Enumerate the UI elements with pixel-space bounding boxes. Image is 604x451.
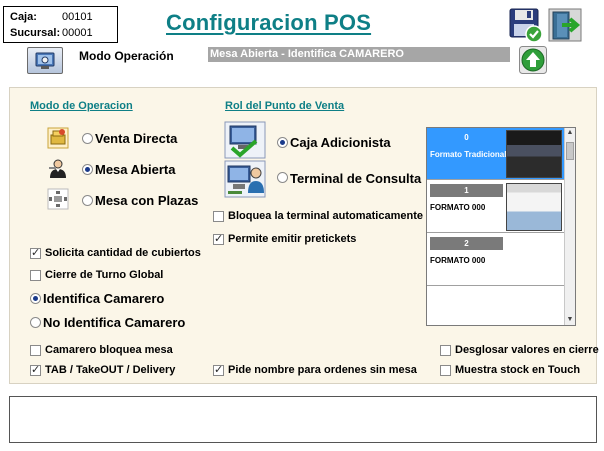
pretickets-label: Permite emitir pretickets bbox=[228, 233, 357, 245]
exit-button[interactable] bbox=[548, 8, 584, 44]
up-arrow-icon bbox=[519, 46, 547, 74]
format-name: FORMATO 000 bbox=[430, 256, 486, 265]
radio-caja-adicionista[interactable] bbox=[277, 137, 288, 148]
camarero-bloquea-label: Camarero bloquea mesa bbox=[45, 344, 173, 356]
format-name: Formato Tradicional bbox=[430, 150, 507, 159]
format-list[interactable]: 0 Formato Tradicional 1 FORMATO 000 2 FO… bbox=[426, 127, 576, 326]
identifica-camarero-label: Identifica Camarero bbox=[43, 291, 165, 306]
desglosar-label: Desglosar valores en cierre bbox=[455, 344, 599, 356]
caja-value: 00101 bbox=[62, 11, 93, 23]
table-seats-icon bbox=[47, 188, 69, 210]
message-box bbox=[9, 396, 597, 443]
mode-value-field: Mesa Abierta - Identifica CAMARERO bbox=[208, 47, 510, 62]
role-label: Caja Adicionista bbox=[290, 135, 391, 150]
option-label: Mesa Abierta bbox=[95, 162, 176, 177]
checkbox-tab-takeout[interactable] bbox=[30, 363, 41, 376]
format-number: 0 bbox=[430, 131, 503, 144]
cashier-icon bbox=[47, 127, 69, 149]
option-label: Mesa con Plazas bbox=[95, 193, 199, 208]
option-label: Venta Directa bbox=[95, 131, 178, 146]
format-list-scrollbar[interactable]: ▲ ▼ bbox=[564, 128, 575, 325]
checkbox-camarero-bloquea[interactable] bbox=[30, 345, 41, 356]
checkbox-cubiertos[interactable] bbox=[30, 246, 41, 259]
floppy-check-icon bbox=[509, 8, 543, 43]
mode-label: Modo Operación bbox=[79, 49, 174, 63]
terminal-info-box: Caja: 00101 Sucursal: 00001 bbox=[3, 6, 118, 43]
format-item[interactable]: 1 FORMATO 000 bbox=[427, 181, 565, 233]
radio-venta-directa[interactable] bbox=[82, 133, 93, 144]
no-identifica-camarero-label: No Identifica Camarero bbox=[43, 315, 186, 330]
radio-identifica-camarero[interactable] bbox=[30, 293, 41, 304]
format-number: 2 bbox=[430, 237, 503, 250]
page-title: Configuracion POS bbox=[166, 10, 372, 35]
computer-check-icon bbox=[224, 121, 266, 159]
scroll-down-icon[interactable]: ▼ bbox=[566, 316, 574, 324]
pide-nombre-label: Pide nombre para ordenes sin mesa bbox=[228, 364, 417, 376]
role-label: Terminal de Consulta bbox=[290, 171, 422, 186]
checkbox-pide-nombre[interactable] bbox=[213, 363, 224, 376]
radio-mesa-con-plazas[interactable] bbox=[82, 195, 93, 206]
sucursal-value: 00001 bbox=[62, 27, 93, 39]
format-item[interactable]: 0 Formato Tradicional bbox=[427, 128, 565, 180]
radio-no-identifica-camarero[interactable] bbox=[30, 317, 41, 328]
format-item[interactable]: 2 FORMATO 000 bbox=[427, 234, 565, 286]
computer-settings-icon bbox=[35, 52, 55, 69]
modo-operacion-title: Modo de Operacion bbox=[30, 100, 133, 112]
checkbox-cierre-turno[interactable] bbox=[30, 270, 41, 281]
save-button[interactable] bbox=[508, 7, 544, 43]
format-name: FORMATO 000 bbox=[430, 203, 486, 212]
checkbox-bloquea-terminal[interactable] bbox=[213, 211, 224, 222]
go-up-button[interactable] bbox=[519, 46, 547, 74]
checkbox-pretickets[interactable] bbox=[213, 232, 224, 245]
checkbox-desglosar[interactable] bbox=[440, 345, 451, 356]
muestra-stock-label: Muestra stock en Touch bbox=[455, 364, 581, 376]
radio-terminal-consulta[interactable] bbox=[277, 172, 288, 183]
computer-user-icon bbox=[224, 160, 266, 198]
tab-takeout-label: TAB / TakeOUT / Delivery bbox=[45, 364, 176, 376]
cubiertos-label: Solicita cantidad de cubiertos bbox=[45, 247, 201, 259]
bloquea-terminal-label: Bloquea la terminal automaticamente bbox=[228, 210, 423, 222]
exit-door-icon bbox=[548, 8, 582, 42]
mode-selector-button[interactable] bbox=[27, 47, 63, 74]
format-number: 1 bbox=[430, 184, 503, 197]
radio-mesa-abierta[interactable] bbox=[82, 164, 93, 175]
scroll-thumb[interactable] bbox=[566, 142, 574, 160]
scroll-up-icon[interactable]: ▲ bbox=[566, 129, 574, 137]
rol-punto-venta-title: Rol del Punto de Venta bbox=[225, 100, 345, 112]
format-thumbnail bbox=[506, 130, 562, 178]
checkbox-muestra-stock[interactable] bbox=[440, 365, 451, 376]
format-thumbnail bbox=[506, 183, 562, 231]
sucursal-label: Sucursal: bbox=[10, 27, 61, 39]
caja-label: Caja: bbox=[10, 11, 37, 23]
waiter-icon bbox=[47, 157, 69, 179]
cierre-turno-label: Cierre de Turno Global bbox=[45, 269, 164, 281]
